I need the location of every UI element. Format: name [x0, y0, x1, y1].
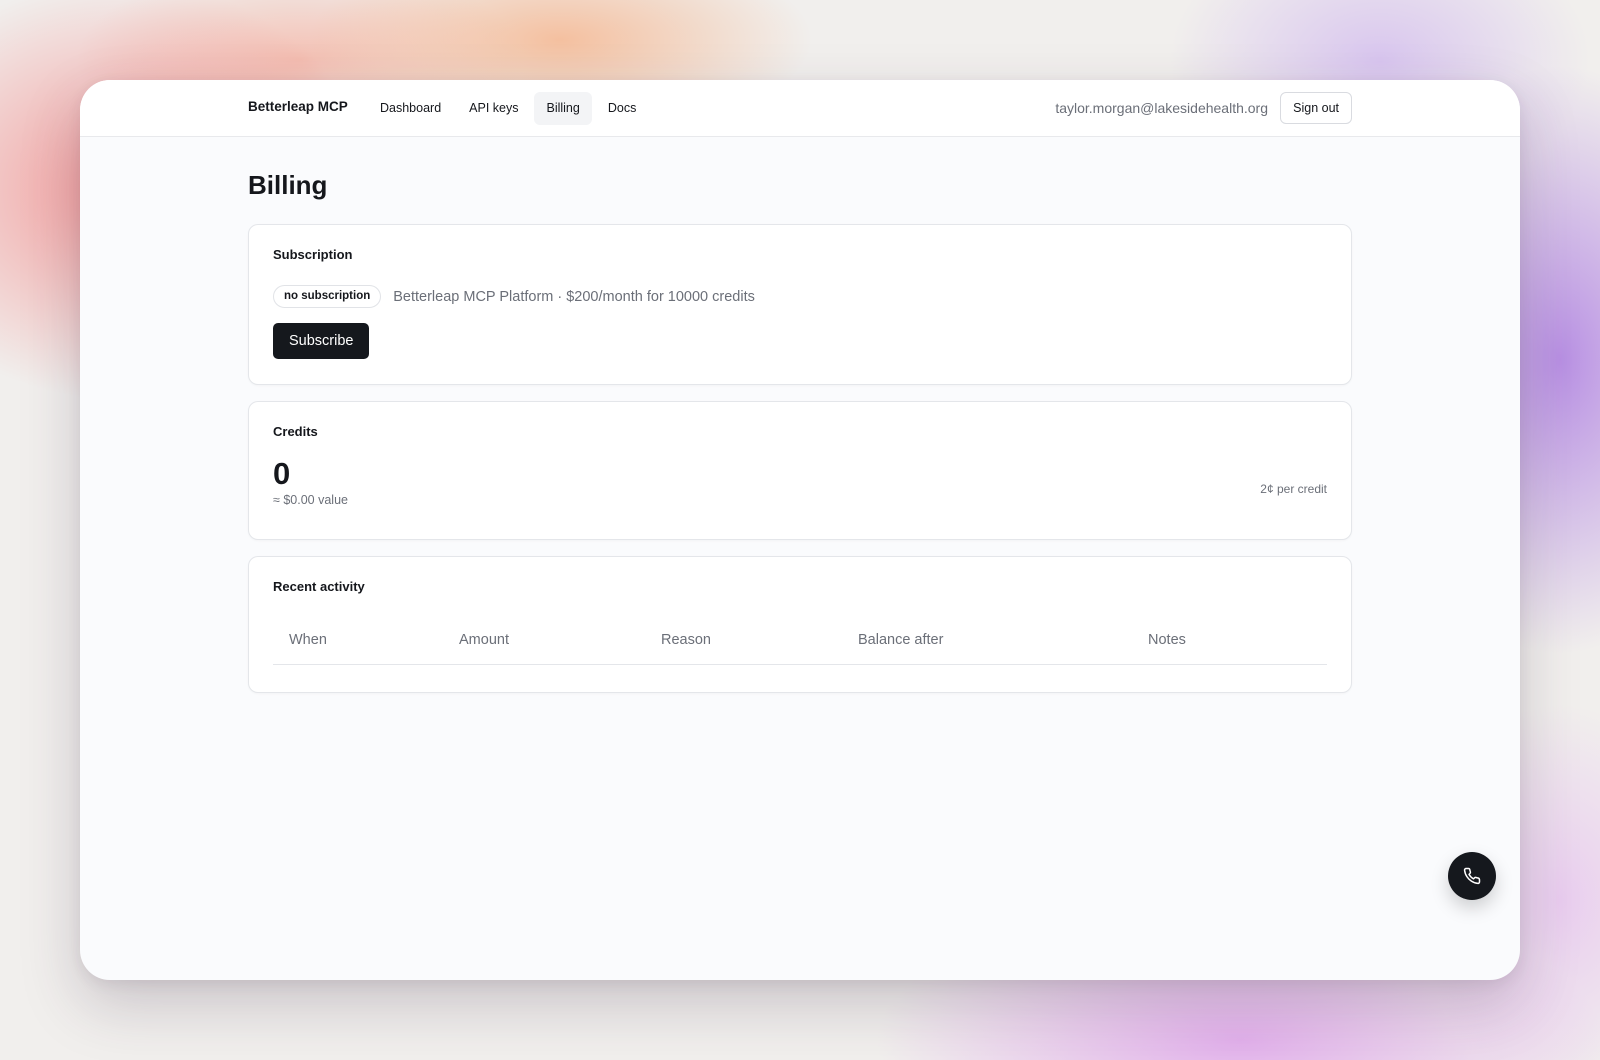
subscribe-button[interactable]: Subscribe	[273, 323, 370, 359]
phone-icon	[1463, 867, 1481, 885]
call-button[interactable]	[1448, 852, 1496, 900]
column-header-balance-after: Balance after	[842, 617, 1132, 665]
subscription-card: Subscription no subscription Betterleap …	[248, 224, 1352, 385]
activity-table: When Amount Reason Balance after Notes	[273, 617, 1327, 665]
column-header-reason: Reason	[645, 617, 842, 665]
activity-table-header-row: When Amount Reason Balance after Notes	[273, 617, 1327, 665]
user-email: taylor.morgan@lakesidehealth.org	[1055, 100, 1268, 116]
column-header-when: When	[273, 617, 443, 665]
subscription-status-badge: no subscription	[273, 285, 382, 308]
main-nav: Dashboard API keys Billing Docs	[368, 92, 648, 125]
nav-billing[interactable]: Billing	[534, 92, 592, 125]
app-window: Betterleap MCP Dashboard API keys Billin…	[80, 80, 1520, 980]
subscription-card-title: Subscription	[273, 247, 353, 262]
column-header-notes: Notes	[1132, 617, 1327, 665]
main-content: Billing Subscription no subscription Bet…	[248, 137, 1352, 693]
credits-usd-value: ≈ $0.00 value	[273, 493, 348, 507]
brand-name: Betterleap MCP	[248, 99, 348, 114]
top-navigation-bar: Betterleap MCP Dashboard API keys Billin…	[80, 80, 1520, 137]
nav-api-keys[interactable]: API keys	[457, 92, 530, 125]
credits-card-title: Credits	[273, 424, 318, 439]
credits-balance: 0	[273, 456, 291, 491]
recent-activity-title: Recent activity	[273, 579, 365, 594]
plan-description: Betterleap MCP Platform · $200/month for…	[393, 288, 755, 305]
column-header-amount: Amount	[443, 617, 645, 665]
page-title: Billing	[248, 170, 328, 200]
nav-docs[interactable]: Docs	[596, 92, 648, 125]
sign-out-button[interactable]: Sign out	[1280, 92, 1352, 124]
per-credit-rate: 2¢ per credit	[1260, 482, 1327, 496]
nav-dashboard[interactable]: Dashboard	[368, 92, 453, 125]
subscription-status-row: no subscription Betterleap MCP Platform …	[273, 285, 1327, 308]
recent-activity-card: Recent activity When Amount Reason Balan…	[248, 556, 1352, 693]
credits-card: Credits 0 ≈ $0.00 value 2¢ per credit	[248, 401, 1352, 540]
